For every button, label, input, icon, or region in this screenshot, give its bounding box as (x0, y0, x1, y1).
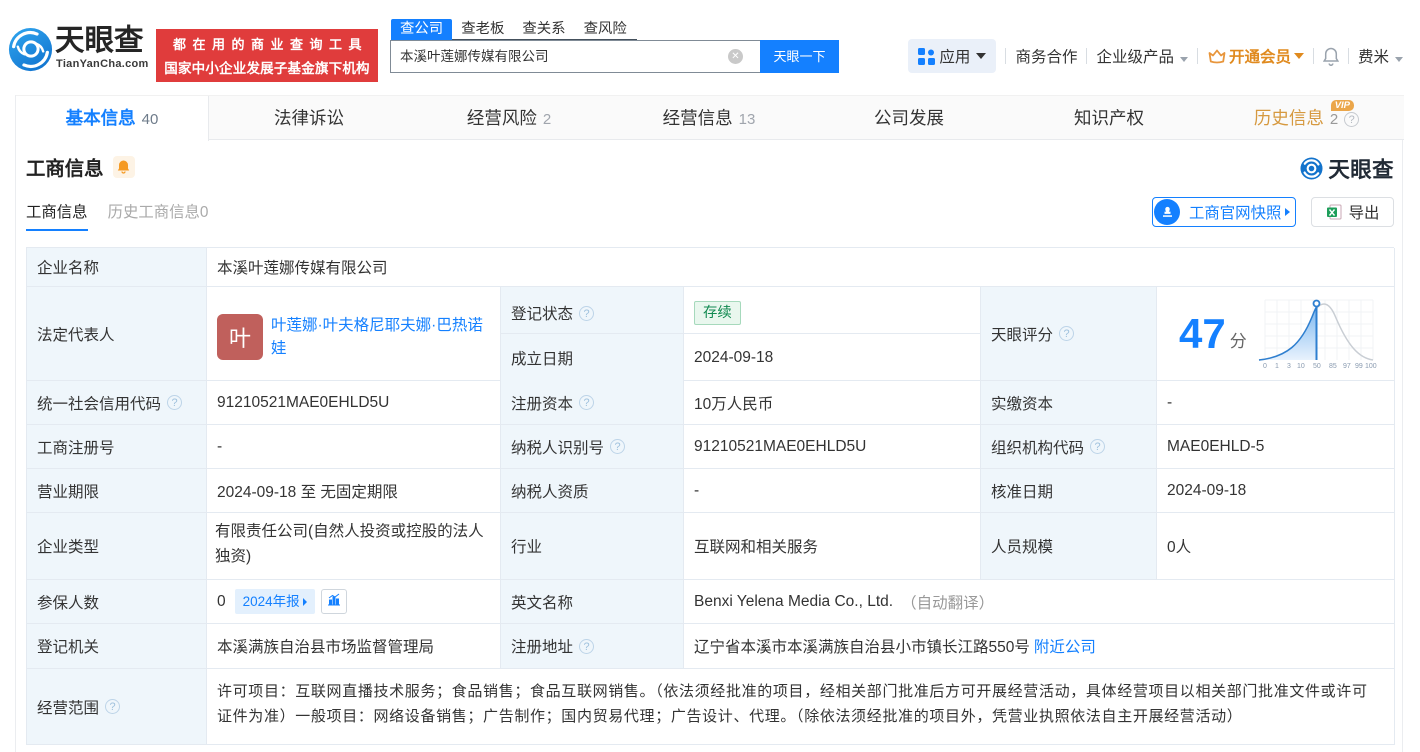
svg-text:0: 0 (1263, 363, 1267, 370)
svg-text:97: 97 (1343, 363, 1351, 370)
svg-text:3: 3 (1287, 363, 1291, 370)
svg-text:100: 100 (1365, 363, 1377, 370)
svg-text:1: 1 (1275, 363, 1279, 370)
svg-text:85: 85 (1329, 363, 1337, 370)
svg-text:50: 50 (1313, 363, 1321, 370)
svg-text:10: 10 (1297, 363, 1305, 370)
svg-text:99: 99 (1355, 363, 1363, 370)
